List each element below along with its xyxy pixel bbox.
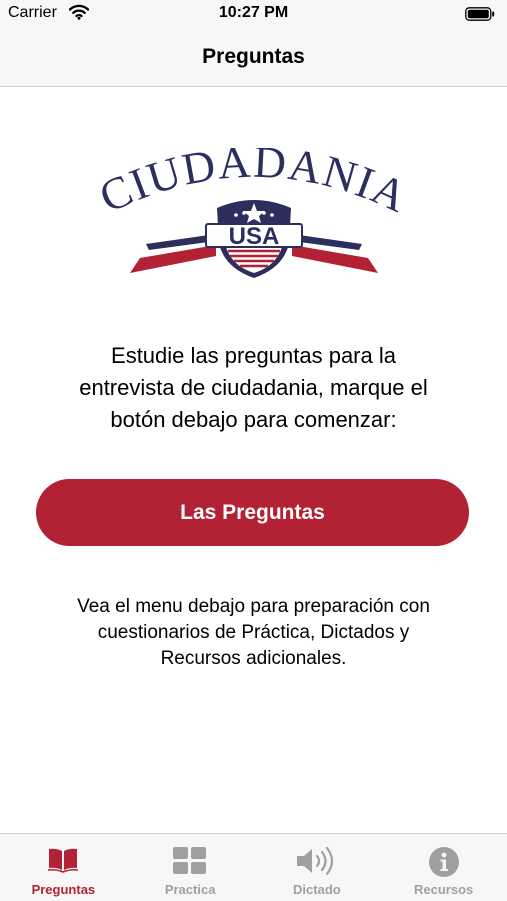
status-bar: Carrier 10:27 PM: [0, 0, 507, 30]
intro-text: Estudie las preguntas para la entrevista…: [79, 343, 428, 432]
book-icon: [48, 848, 79, 873]
tab-practica[interactable]: Practica: [127, 834, 254, 901]
info-icon: [428, 847, 459, 877]
grid-icon: [173, 847, 207, 874]
footnote-text: Vea el menu debajo para preparación con …: [77, 596, 430, 669]
tab-bar: Preguntas Practica Dictado Recursos: [0, 833, 507, 901]
speaker-icon: [296, 847, 333, 875]
battery-icon: [465, 7, 495, 21]
tab-preguntas[interactable]: Preguntas: [0, 834, 127, 901]
ciudadania-usa-logo: CIUDADANIA USA: [92, 148, 414, 278]
tab-label: Recursos: [414, 882, 474, 897]
page-title: Preguntas: [202, 45, 305, 68]
tab-dictado[interactable]: Dictado: [254, 834, 381, 901]
tab-label: Dictado: [293, 882, 341, 897]
navigation-bar: Preguntas: [0, 30, 507, 87]
tab-label: Practica: [164, 882, 216, 897]
logo-badge-text: USA: [229, 223, 280, 250]
clock: 10:27 PM: [218, 4, 289, 21]
tab-label: Preguntas: [31, 882, 96, 897]
las-preguntas-button[interactable]: Las Preguntas: [36, 479, 469, 546]
tab-recursos[interactable]: Recursos: [380, 834, 507, 901]
